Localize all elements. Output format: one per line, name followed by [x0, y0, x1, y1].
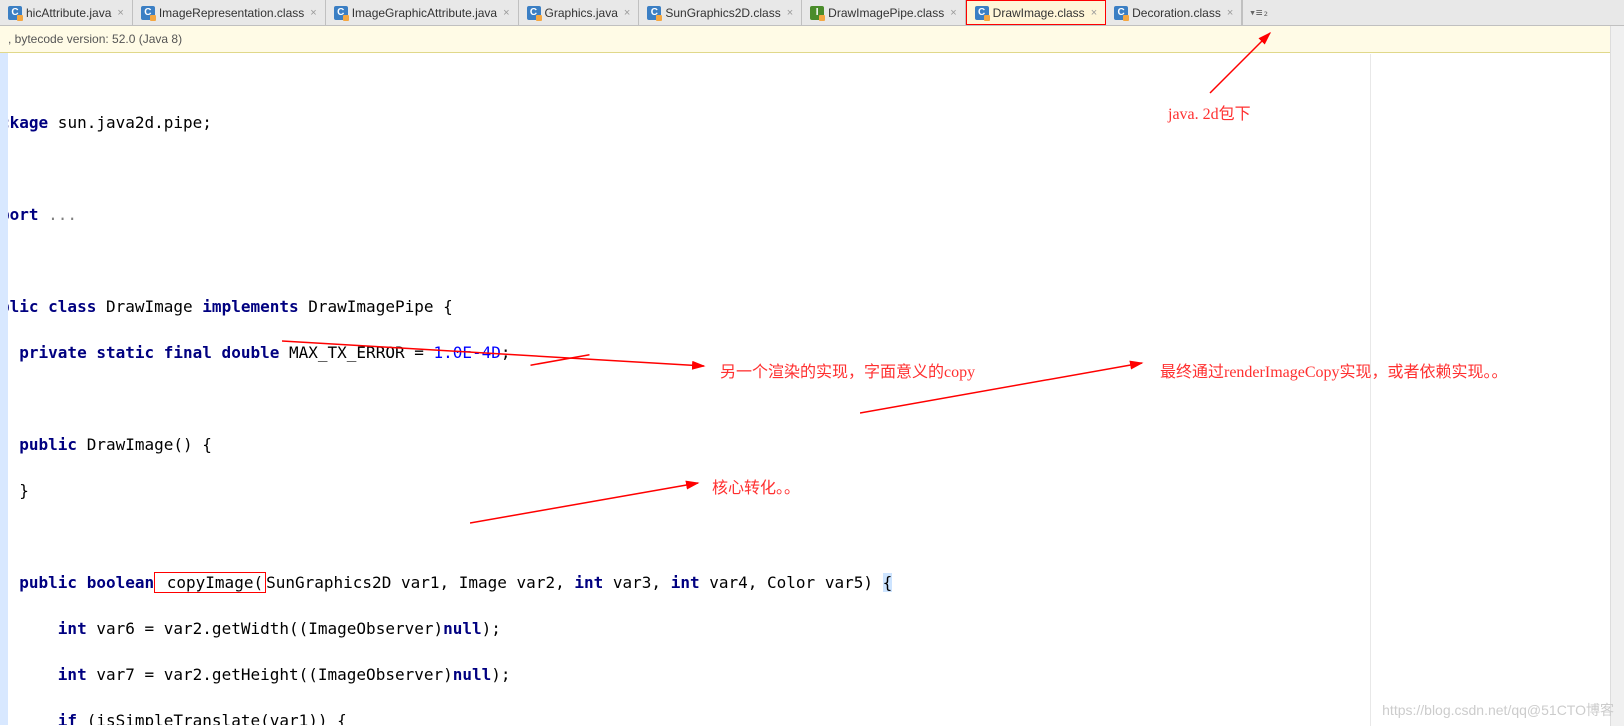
code-line[interactable]	[0, 525, 1616, 548]
close-icon[interactable]: ×	[950, 7, 956, 19]
close-icon[interactable]: ×	[503, 7, 509, 19]
code-line[interactable]	[0, 157, 1616, 180]
tab-decoration[interactable]: C Decoration.class ×	[1106, 0, 1242, 25]
code-line[interactable]: public boolean copyImage(SunGraphics2D v…	[0, 571, 1616, 594]
editor-tabs: ChicAttribute.java × C ImageRepresentation…	[0, 0, 1624, 26]
code-line[interactable]: ckage sun.java2d.pipe;	[0, 111, 1616, 134]
java-class-icon: C	[8, 6, 22, 20]
java-class-icon: C	[975, 6, 989, 20]
code-line[interactable]	[0, 249, 1616, 272]
java-class-icon: C	[141, 6, 155, 20]
close-icon[interactable]: ×	[787, 7, 793, 19]
code-line[interactable]: port ...	[0, 203, 1616, 226]
tab-label: DrawImagePipe.class	[828, 6, 944, 20]
code-line[interactable]: if (isSimpleTranslate(var1)) {	[0, 709, 1616, 725]
tab-label: SunGraphics2D.class	[665, 6, 780, 20]
tab-imagerepresentation[interactable]: C ImageRepresentation.class ×	[133, 0, 326, 25]
code-line[interactable]: public DrawImage() {	[0, 433, 1616, 456]
code-line[interactable]: }	[0, 479, 1616, 502]
tab-label: ImageGraphicAttribute.java	[352, 6, 497, 20]
tab-label: hicAttribute.java	[26, 6, 111, 20]
close-icon[interactable]: ×	[1227, 7, 1233, 19]
code-line[interactable]: blic class DrawImage implements DrawImag…	[0, 295, 1616, 318]
tab-overflow-menu[interactable]: ▾≡₂	[1242, 0, 1275, 25]
java-class-icon: C	[334, 6, 348, 20]
close-icon[interactable]: ×	[117, 7, 123, 19]
java-class-icon: C	[647, 6, 661, 20]
java-interface-icon: I	[810, 6, 824, 20]
close-icon[interactable]: ×	[624, 7, 630, 19]
tab-label: DrawImage.class	[993, 6, 1085, 20]
tab-label: Graphics.java	[545, 6, 618, 20]
java-class-icon: C	[527, 6, 541, 20]
tab-label: Decoration.class	[1132, 6, 1221, 20]
code-editor[interactable]: ckage sun.java2d.pipe; port ... blic cla…	[0, 53, 1624, 725]
tab-drawimage[interactable]: C DrawImage.class ×	[966, 0, 1106, 25]
watermark: https://blog.csdn.net/qq@51CTO博客	[1382, 700, 1614, 720]
tab-hicattribute[interactable]: ChicAttribute.java ×	[0, 0, 133, 25]
close-icon[interactable]: ×	[1091, 7, 1097, 19]
code-line[interactable]	[0, 387, 1616, 410]
java-class-icon: C	[1114, 6, 1128, 20]
code-line[interactable]: int var7 = var2.getHeight((ImageObserver…	[0, 663, 1616, 686]
tab-label: ImageRepresentation.class	[159, 6, 304, 20]
highlight-box: copyImage(	[154, 572, 266, 593]
tab-graphics[interactable]: C Graphics.java ×	[519, 0, 640, 25]
tab-sungraphics2d[interactable]: C SunGraphics2D.class ×	[639, 0, 802, 25]
decompile-info-bar: , bytecode version: 52.0 (Java 8)	[0, 26, 1624, 53]
code-line[interactable]: private static final double MAX_TX_ERROR…	[0, 341, 1616, 364]
code-line[interactable]: int var6 = var2.getWidth((ImageObserver)…	[0, 617, 1616, 640]
tab-imagegraphicattribute[interactable]: C ImageGraphicAttribute.java ×	[326, 0, 519, 25]
tab-drawimagepipe[interactable]: I DrawImagePipe.class ×	[802, 0, 965, 25]
close-icon[interactable]: ×	[310, 7, 316, 19]
